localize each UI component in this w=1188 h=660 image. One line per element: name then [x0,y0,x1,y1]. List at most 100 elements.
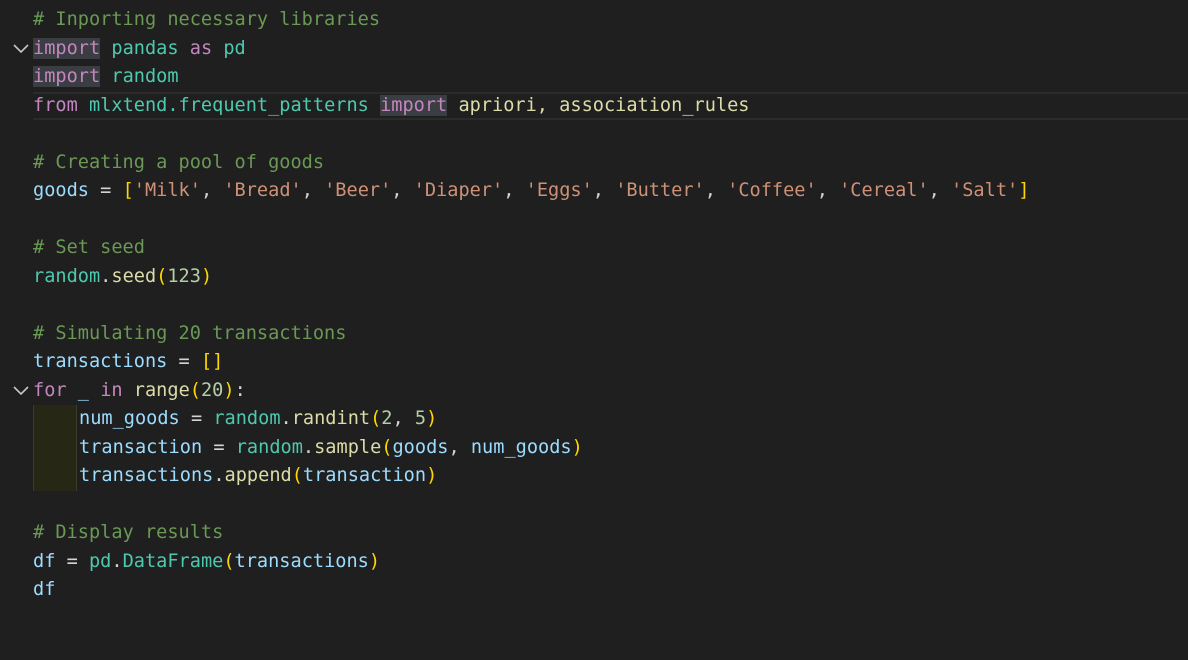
number: 123 [167,266,201,287]
argument: num_goods [470,437,572,458]
code-line-15[interactable]: num_goods = random.randint(2, 5) [0,405,1188,433]
bracket: ] [1018,180,1030,201]
separator: , [928,180,952,201]
string: 'Butter' [615,180,705,201]
code-line-16[interactable]: transaction = random.sample(goods, num_g… [0,434,1188,462]
string: 'Coffee' [727,180,817,201]
dot: . [213,465,225,486]
code-line-1[interactable]: # Inporting necessary libraries [0,6,1188,34]
separator: , [816,180,840,201]
dot: . [280,408,292,429]
keyword-for: for [33,380,67,401]
code-line-19[interactable]: # Display results [0,519,1188,547]
bracket: ( [381,437,393,458]
chevron-down-icon[interactable] [12,377,30,405]
module-name: pandas [111,38,179,59]
module-name: random [235,437,303,458]
bracket: ) [223,380,235,401]
comment: # Inporting necessary libraries [33,9,381,30]
separator: , [448,437,471,458]
separator: , [704,180,728,201]
loop-variable: _ [77,380,89,401]
comment: # Display results [33,522,224,543]
keyword-import: import [33,66,101,87]
code-line-9[interactable]: # Set seed [0,234,1188,262]
bracket: ( [223,551,235,572]
operator: = [179,408,214,429]
code-line-2[interactable]: import pandas as pd [0,35,1188,63]
operator: = [88,180,123,201]
number: 5 [414,408,427,429]
separator: , [503,180,526,201]
argument: transaction [302,465,427,486]
code-line-21[interactable]: df [0,576,1188,604]
argument: goods [392,437,449,458]
module-alias: pd [223,38,246,59]
number: 20 [200,380,224,401]
string: 'Eggs' [525,180,593,201]
bracket: ( [156,266,168,287]
function-name: append [224,465,292,486]
bracket: [ [122,180,134,201]
module-name: random [33,266,101,287]
argument: transactions [234,551,369,572]
bracket: ( [291,465,303,486]
keyword-in: in [100,380,123,401]
bracket: ) [368,551,381,572]
bracket: ) [200,266,213,287]
separator: , [200,180,224,201]
chevron-down-icon[interactable] [12,35,30,63]
code-line-12[interactable]: # Simulating 20 transactions [0,320,1188,348]
separator: , [391,180,414,201]
bracket: ) [426,465,438,486]
module-name: mlxtend.frequent_patterns [88,95,369,116]
colon: : [234,380,246,401]
class-name: DataFrame [122,551,224,572]
code-line-10[interactable]: random.seed(123) [0,263,1188,291]
separator: , [592,180,616,201]
dot: . [100,266,112,287]
bracket: ( [189,380,201,401]
operator: = [55,551,89,572]
variable: num_goods [79,408,180,429]
function-name: randint [291,408,371,429]
dot: . [302,437,315,458]
bracket: ) [426,408,438,429]
keyword-from: from [33,95,78,116]
empty-list: [] [200,351,224,372]
code-line-20[interactable]: df = pd.DataFrame(transactions) [0,548,1188,576]
code-line-3[interactable]: import random [0,63,1188,91]
function-name: sample [314,437,382,458]
comment: # Creating a pool of goods [33,152,325,173]
variable: goods [33,180,89,201]
keyword-import: import [380,95,448,116]
string: 'Beer' [324,180,392,201]
code-line-4[interactable]: from mlxtend.frequent_patterns import ap… [0,92,1188,120]
code-line-6[interactable]: # Creating a pool of goods [0,149,1188,177]
bracket: ) [571,437,583,458]
separator: , [301,180,325,201]
function-name: range [133,380,190,401]
number: 2 [381,408,393,429]
operator: = [167,351,201,372]
variable: transactions [79,465,214,486]
code-line-17[interactable]: transactions.append(transaction) [0,462,1188,490]
operator: = [202,437,236,458]
separator: , [392,408,415,429]
imported-names: apriori, association_rules [458,95,750,116]
keyword-as: as [189,38,213,59]
comment: # Set seed [33,237,145,258]
code-editor[interactable]: # Inporting necessary libraries import p… [0,0,1188,610]
code-line-13[interactable]: transactions = [] [0,348,1188,376]
module-name: random [111,66,179,87]
comment: # Simulating 20 transactions [33,323,347,344]
string: 'Diaper' [413,180,504,201]
variable: df [33,551,56,572]
variable: df [33,579,56,600]
code-line-14[interactable]: for _ in range(20): [0,377,1188,405]
keyword-import: import [33,38,101,59]
module-name: pd [88,551,112,572]
string: 'Cereal' [839,180,929,201]
code-line-7[interactable]: goods = ['Milk', 'Bread', 'Beer', 'Diape… [0,177,1188,205]
dot: . [111,551,123,572]
